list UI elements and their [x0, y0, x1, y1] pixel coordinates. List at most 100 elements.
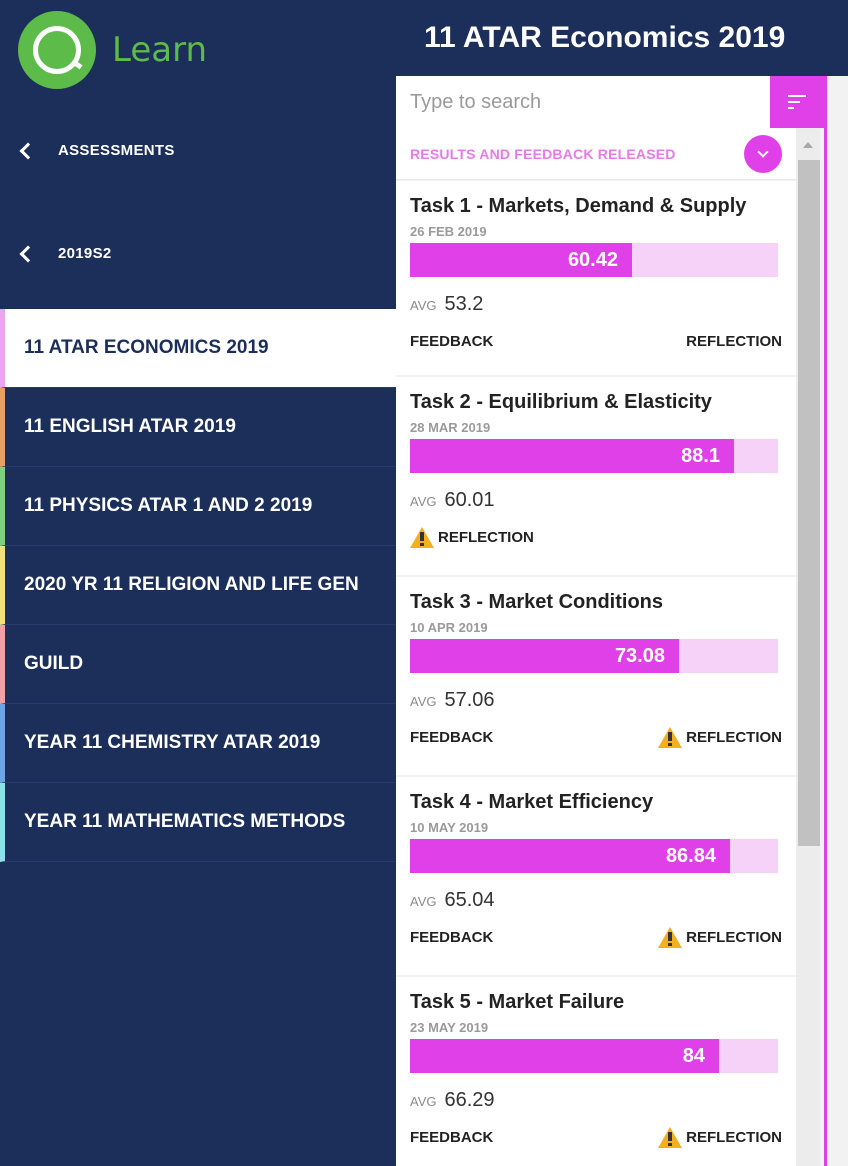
reflection-label: REFLECTION [438, 528, 534, 546]
task-title: Task 1 - Markets, Demand & Supply [410, 195, 747, 217]
score-bar: 84 [410, 1039, 778, 1073]
course-item[interactable]: YEAR 11 MATHEMATICS METHODS [0, 783, 396, 862]
course-label: 11 ENGLISH ATAR 2019 [24, 416, 236, 437]
reflection-link[interactable]: REFLECTION [658, 1126, 782, 1148]
chevron-left-icon [19, 245, 37, 262]
warning-icon [658, 926, 683, 948]
task-list: Task 1 - Markets, Demand & Supply 26 FEB … [396, 181, 796, 1166]
warning-icon [658, 726, 683, 748]
score-bar: 88.1 [410, 439, 778, 473]
task-title: Task 3 - Market Conditions [410, 591, 664, 613]
scroll-up-arrow-icon[interactable] [803, 142, 813, 148]
warning-icon [410, 526, 434, 548]
task-title: Task 2 - Equilibrium & Elasticity [410, 391, 712, 413]
task-date: 10 APR 2019 [410, 620, 488, 635]
avg-label: AVG [410, 694, 437, 709]
reflection-label: REFLECTION [686, 728, 782, 746]
course-list: 11 ATAR ECONOMICS 2019 11 ENGLISH ATAR 2… [0, 309, 396, 862]
reflection-link[interactable]: REFLECTION [686, 333, 782, 350]
course-item[interactable]: 11 ATAR ECONOMICS 2019 [0, 309, 396, 388]
course-item[interactable]: YEAR 11 CHEMISTRY ATAR 2019 [0, 704, 396, 783]
score-value: 88.1 [681, 445, 720, 467]
reflection-link[interactable]: REFLECTION [410, 526, 534, 548]
reflection-link[interactable]: REFLECTION [658, 726, 782, 748]
back-link-label: 2019S2 [58, 245, 112, 262]
reflection-label: REFLECTION [686, 928, 782, 946]
filter-button[interactable] [770, 76, 824, 128]
section-toggle-button[interactable] [744, 134, 782, 173]
task-card[interactable]: Task 5 - Market Failure 23 MAY 2019 84 AVG 6… [396, 977, 796, 1166]
search-input[interactable] [396, 76, 770, 128]
task-card[interactable]: Task 3 - Market Conditions 10 APR 2019 73.… [396, 577, 796, 775]
avg-value: 53.2 [444, 293, 484, 315]
task-card[interactable]: Task 4 - Market Efficiency 10 MAY 2019 86.… [396, 777, 796, 975]
task-links: FEEDBACK REFLECTION [410, 316, 782, 366]
course-label: 11 PHYSICS ATAR 1 AND 2 2019 [24, 495, 313, 516]
back-to-semester-link[interactable]: 2019S2 [18, 245, 112, 262]
task-links: FEEDBACK REFLECTION [410, 712, 782, 762]
course-item[interactable]: GUILD [0, 625, 396, 704]
warning-icon [658, 1126, 683, 1148]
task-title: Task 4 - Market Efficiency [410, 791, 654, 813]
task-date: 28 MAR 2019 [410, 420, 491, 435]
task-title: Task 5 - Market Failure [410, 991, 625, 1013]
feedback-link[interactable]: FEEDBACK [410, 929, 493, 946]
average-row: AVG 60.01 [410, 489, 782, 512]
avg-value: 65.04 [444, 889, 495, 911]
task-date: 23 MAY 2019 [410, 1020, 489, 1035]
course-item[interactable]: 11 PHYSICS ATAR 1 AND 2 2019 [0, 467, 396, 546]
course-label: YEAR 11 CHEMISTRY ATAR 2019 [24, 732, 321, 753]
chevron-down-icon [757, 145, 769, 158]
feedback-link[interactable]: FEEDBACK [410, 1129, 493, 1146]
score-bar: 73.08 [410, 639, 778, 673]
brand-logo[interactable]: Learn [18, 10, 207, 90]
avg-value: 57.06 [444, 689, 495, 711]
course-item[interactable]: 2020 YR 11 RELIGION AND LIFE GEN [0, 546, 396, 625]
task-links: FEEDBACK REFLECTION [410, 1112, 782, 1162]
avg-label: AVG [410, 1094, 437, 1109]
panel-accent-border [824, 76, 827, 1166]
average-row: AVG 53.2 [410, 293, 782, 316]
average-row: AVG 65.04 [410, 889, 782, 912]
section-header[interactable]: RESULTS AND FEEDBACK RELEASED [396, 128, 796, 180]
task-date: 26 FEB 2019 [410, 224, 487, 239]
score-value: 60.42 [567, 249, 618, 271]
task-card[interactable]: Task 1 - Markets, Demand & Supply 26 FEB … [396, 181, 796, 375]
task-links: FEEDBACK REFLECTION [410, 912, 782, 962]
logo-icon [18, 11, 96, 89]
course-item[interactable]: 11 ENGLISH ATAR 2019 [0, 388, 396, 467]
course-panel: 11 ATAR Economics 2019 RESULTS AND FEEDB… [396, 0, 848, 1166]
average-row: AVG 66.29 [410, 1089, 782, 1112]
task-links: REFLECTION [410, 512, 782, 562]
sidebar: Learn ASSESSMENTS 2019S2 11 ATAR ECONOMI… [0, 0, 396, 1166]
course-label: 2020 YR 11 RELIGION AND LIFE GEN [24, 574, 359, 595]
avg-label: AVG [410, 298, 437, 313]
course-label: 11 ATAR ECONOMICS 2019 [24, 337, 269, 358]
scrollbar[interactable] [796, 128, 820, 1166]
avg-value: 66.29 [444, 1089, 495, 1111]
score-value: 73.08 [614, 645, 665, 667]
score-value: 84 [682, 1045, 705, 1067]
task-card[interactable]: Task 2 - Equilibrium & Elasticity 28 MAR … [396, 377, 796, 575]
score-bar: 86.84 [410, 839, 778, 873]
average-row: AVG 57.06 [410, 689, 782, 712]
avg-label: AVG [410, 494, 437, 509]
chevron-left-icon [19, 142, 37, 159]
course-label: GUILD [24, 653, 84, 674]
score-value: 86.84 [665, 845, 716, 867]
course-title: 11 ATAR Economics 2019 [424, 21, 786, 54]
back-link-label: ASSESSMENTS [58, 142, 175, 159]
reflection-link[interactable]: REFLECTION [658, 926, 782, 948]
search-bar [396, 76, 824, 128]
reflection-label: REFLECTION [686, 1128, 782, 1146]
course-label: YEAR 11 MATHEMATICS METHODS [24, 811, 346, 832]
task-date: 10 MAY 2019 [410, 820, 489, 835]
scroll-thumb[interactable] [798, 160, 820, 846]
brand-name: Learn [112, 30, 208, 70]
back-to-assessments-link[interactable]: ASSESSMENTS [18, 142, 175, 159]
feedback-link[interactable]: FEEDBACK [410, 333, 493, 350]
feedback-link[interactable]: FEEDBACK [410, 729, 493, 746]
avg-label: AVG [410, 894, 437, 909]
panel-header: 11 ATAR Economics 2019 [396, 0, 848, 76]
reflection-label: REFLECTION [686, 332, 782, 350]
